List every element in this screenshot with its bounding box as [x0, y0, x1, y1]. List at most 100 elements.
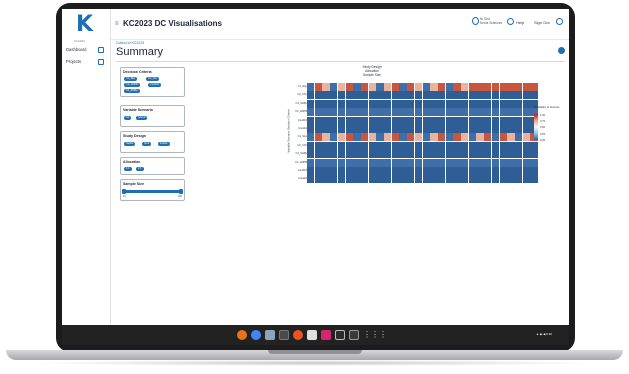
- heatmap-cell[interactable]: [399, 125, 407, 133]
- heatmap-cell[interactable]: [422, 91, 430, 100]
- heatmap-cell[interactable]: [507, 133, 515, 142]
- heatmap-cell[interactable]: [430, 125, 438, 133]
- heatmap-cell[interactable]: [507, 125, 515, 133]
- heatmap-cell[interactable]: [360, 133, 369, 142]
- heatmap-cell[interactable]: [330, 158, 338, 167]
- heatmap-cell[interactable]: [376, 108, 384, 117]
- heatmap-cell[interactable]: [461, 83, 469, 91]
- heatmap-cell[interactable]: [322, 133, 330, 142]
- heatmap-cell[interactable]: [437, 83, 446, 91]
- heatmap-cell[interactable]: [484, 175, 492, 184]
- heatmap-cell[interactable]: [414, 125, 423, 133]
- heatmap-cell[interactable]: [360, 116, 369, 125]
- heatmap-cell[interactable]: [330, 175, 338, 184]
- heatmap-cell[interactable]: [507, 91, 515, 100]
- heatmap-cell[interactable]: [499, 108, 507, 117]
- heatmap-cell[interactable]: [322, 125, 330, 133]
- heatmap-cell[interactable]: [307, 133, 315, 142]
- heatmap-cell[interactable]: [522, 158, 530, 167]
- heatmap-cell[interactable]: [491, 83, 500, 91]
- heatmap-cell[interactable]: [391, 83, 400, 91]
- heatmap-cell[interactable]: [368, 133, 376, 142]
- heatmap-cell[interactable]: [514, 133, 523, 142]
- heatmap-cell[interactable]: [507, 158, 515, 167]
- heatmap-cell[interactable]: [391, 175, 400, 184]
- heatmap-cell[interactable]: [461, 141, 469, 150]
- heatmap-cell[interactable]: [391, 167, 400, 175]
- heatmap-cell[interactable]: [437, 91, 446, 100]
- heatmap-cell[interactable]: [491, 167, 500, 175]
- heatmap-cell[interactable]: [484, 141, 492, 150]
- heatmap-cell[interactable]: [476, 108, 484, 117]
- heatmap-cell[interactable]: [376, 125, 384, 133]
- heatmap-cell[interactable]: [445, 91, 453, 100]
- heatmap-cell[interactable]: [314, 83, 323, 91]
- heatmap-cell[interactable]: [368, 150, 376, 159]
- heatmap-cell[interactable]: [345, 158, 353, 167]
- heatmap-cell[interactable]: [407, 125, 415, 133]
- heatmap-cell[interactable]: [484, 116, 492, 125]
- heatmap-cell[interactable]: [461, 167, 469, 175]
- heatmap-cell[interactable]: [468, 141, 477, 150]
- heatmap-cell[interactable]: [330, 108, 338, 117]
- heatmap-cell[interactable]: [522, 108, 530, 117]
- heatmap-cell[interactable]: [514, 175, 523, 184]
- heatmap-cell[interactable]: [491, 175, 500, 184]
- heatmap-cell[interactable]: [314, 108, 323, 117]
- heatmap-cell[interactable]: [337, 116, 346, 125]
- heatmap-cell[interactable]: [345, 125, 353, 133]
- heatmap-cell[interactable]: [430, 116, 438, 125]
- heatmap-cell[interactable]: [407, 133, 415, 142]
- heatmap-cell[interactable]: [491, 158, 500, 167]
- heatmap-cell[interactable]: [407, 91, 415, 100]
- heatmap-cell[interactable]: [376, 91, 384, 100]
- heatmap-cell[interactable]: [360, 83, 369, 91]
- heatmap-cell[interactable]: [522, 133, 530, 142]
- heatmap-cell[interactable]: [391, 158, 400, 167]
- heatmap-cell[interactable]: [345, 133, 353, 142]
- heatmap-cell[interactable]: [484, 108, 492, 117]
- heatmap-cell[interactable]: [307, 99, 315, 108]
- heatmap-cell[interactable]: [353, 108, 361, 117]
- heatmap-cell[interactable]: [491, 150, 500, 159]
- chip[interactable]: C4_RDBp: [124, 89, 140, 93]
- heatmap-cell[interactable]: [360, 99, 369, 108]
- heatmap-cell[interactable]: [445, 158, 453, 167]
- heatmap-cell[interactable]: [453, 99, 461, 108]
- heatmap-cell[interactable]: [430, 133, 438, 142]
- heatmap-cell[interactable]: [445, 167, 453, 175]
- heatmap-cell[interactable]: [514, 91, 523, 100]
- heatmap-cell[interactable]: [468, 150, 477, 159]
- heatmap-cell[interactable]: [476, 99, 484, 108]
- heatmap-cell[interactable]: [514, 108, 523, 117]
- heatmap-cell[interactable]: [484, 91, 492, 100]
- heatmap-cell[interactable]: [384, 91, 392, 100]
- heatmap-cell[interactable]: [337, 91, 346, 100]
- heatmap-cell[interactable]: [353, 175, 361, 184]
- heatmap-cell[interactable]: [484, 133, 492, 142]
- heatmap-cell[interactable]: [461, 150, 469, 159]
- heatmap-cell[interactable]: [330, 125, 338, 133]
- heatmap-cell[interactable]: [422, 99, 430, 108]
- heatmap-cell[interactable]: [353, 167, 361, 175]
- heatmap-cell[interactable]: [468, 125, 477, 133]
- heatmap-cell[interactable]: [430, 167, 438, 175]
- heatmap-cell[interactable]: [422, 175, 430, 184]
- heatmap-cell[interactable]: [407, 99, 415, 108]
- heatmap-cell[interactable]: [399, 133, 407, 142]
- heatmap-cell[interactable]: [530, 175, 538, 184]
- heatmap-cell[interactable]: [430, 83, 438, 91]
- heatmap-cell[interactable]: [337, 133, 346, 142]
- heatmap-cell[interactable]: [461, 175, 469, 184]
- heatmap-cell[interactable]: [499, 150, 507, 159]
- heatmap-cell[interactable]: [522, 175, 530, 184]
- heatmap-cell[interactable]: [468, 133, 477, 142]
- heatmap-cell[interactable]: [307, 83, 315, 91]
- heatmap-cell[interactable]: [376, 150, 384, 159]
- heatmap-cell[interactable]: [314, 99, 323, 108]
- heatmap-cell[interactable]: [384, 167, 392, 175]
- heatmap-cell[interactable]: [307, 150, 315, 159]
- heatmap-cell[interactable]: [507, 99, 515, 108]
- heatmap-cell[interactable]: [345, 83, 353, 91]
- chip[interactable]: Subtle: [124, 142, 136, 146]
